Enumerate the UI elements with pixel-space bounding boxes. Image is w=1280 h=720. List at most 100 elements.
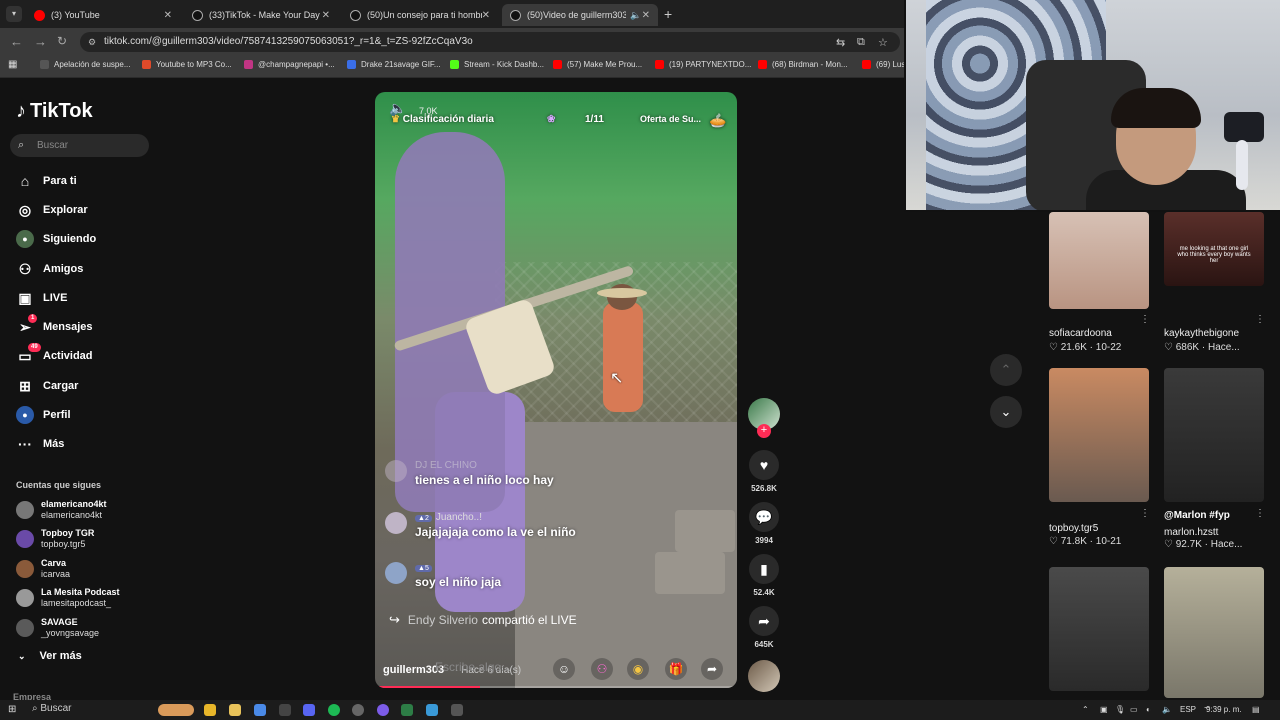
bookmark-item[interactable]: (57) Make Me Prou...: [553, 60, 642, 69]
chevron-up-icon[interactable]: ⌃: [1082, 705, 1089, 714]
following-account[interactable]: Topboy TGR topboy.tgr5: [16, 528, 94, 550]
tiktok-logo[interactable]: ♪ TikTok: [16, 100, 93, 123]
translate-icon[interactable]: ⇆: [836, 36, 845, 49]
bookmark-item[interactable]: Drake 21savage GIF...: [347, 60, 441, 69]
coins-icon[interactable]: ◉: [627, 658, 649, 680]
nav-cargar[interactable]: ⊞ Cargar: [16, 376, 78, 396]
video-progress-bar[interactable]: [375, 686, 737, 688]
app-icon[interactable]: [451, 704, 463, 716]
new-tab-button[interactable]: +: [664, 6, 672, 22]
following-account[interactable]: elamericano4kt elamericano4kt: [16, 499, 107, 521]
close-icon[interactable]: ✕: [642, 10, 650, 21]
grid-thumbnail[interactable]: [1049, 567, 1149, 691]
tab-youtube[interactable]: (3) YouTube ✕: [26, 4, 180, 26]
file-explorer-icon[interactable]: [229, 704, 241, 716]
tab-tiktok-consejo[interactable]: (50)Un consejo para ti hombre ✕: [342, 4, 498, 26]
more-options-icon[interactable]: ⋮: [1255, 314, 1265, 325]
app-icon[interactable]: [377, 704, 389, 716]
nav-mas[interactable]: ··· Más: [16, 434, 64, 454]
grid-thumbnail[interactable]: me looking at that one girl who thinks e…: [1164, 212, 1264, 286]
nav-live[interactable]: ▣ LIVE: [16, 288, 67, 308]
music-disc-avatar[interactable]: [748, 660, 780, 692]
spotify-icon[interactable]: [328, 704, 340, 716]
bookmark-item[interactable]: Youtube to MP3 Co...: [142, 60, 232, 69]
url-field[interactable]: ⚙ tiktok.com/@guillerm303/video/75874132…: [80, 32, 900, 52]
clock[interactable]: 9:39 p. m.: [1206, 705, 1242, 714]
next-video-button[interactable]: ⌄: [990, 396, 1022, 428]
more-options-icon[interactable]: ⋮: [1255, 508, 1265, 519]
guests-icon[interactable]: ⚇: [591, 658, 613, 680]
obs-icon[interactable]: [352, 704, 364, 716]
comment-input-placeholder[interactable]: Escribe algo...: [435, 660, 511, 674]
gift-icon[interactable]: 🎁: [665, 658, 687, 680]
previous-video-button[interactable]: ⌃: [990, 354, 1022, 386]
windows-start-icon[interactable]: ⊞: [8, 704, 16, 715]
comment-button[interactable]: 💬 3994: [748, 502, 780, 545]
follow-plus-button[interactable]: +: [757, 424, 771, 438]
chrome-icon[interactable]: [204, 704, 216, 716]
notifications-icon[interactable]: ▤: [1252, 705, 1260, 714]
nav-amigos[interactable]: ⚇ Amigos: [16, 259, 84, 279]
grid-thumbnail[interactable]: [1164, 368, 1264, 502]
nav-perfil[interactable]: ● Perfil: [16, 405, 71, 425]
taskbar-search[interactable]: ⌕ Buscar: [32, 703, 72, 714]
bookmark-item[interactable]: (69) Lus: [862, 60, 905, 69]
app-icon[interactable]: [426, 704, 438, 716]
nav-mensajes[interactable]: ➢ 1 Mensajes: [16, 313, 93, 337]
taskbar-widget-icon[interactable]: [158, 704, 194, 716]
offer-label[interactable]: Oferta de Su...: [640, 114, 701, 124]
volume-icon[interactable]: 🔈: [1162, 705, 1172, 714]
apps-icon[interactable]: ▦: [8, 59, 17, 70]
store-icon[interactable]: [254, 704, 266, 716]
close-icon[interactable]: ✕: [482, 10, 490, 21]
share-button[interactable]: ➦ 645K: [748, 606, 780, 649]
nav-para-ti[interactable]: ⌂ Para ti: [16, 171, 77, 191]
more-options-icon[interactable]: ⋮: [1140, 314, 1150, 325]
grid-thumbnail[interactable]: [1164, 567, 1264, 698]
nav-siguiendo[interactable]: ● Siguiendo: [16, 229, 96, 249]
search-input[interactable]: ⌕ Buscar: [10, 134, 149, 157]
close-icon[interactable]: ✕: [164, 10, 172, 21]
microphone-icon[interactable]: 🎙: [1115, 705, 1125, 714]
nav-actividad[interactable]: ▭ 49 Actividad: [16, 342, 93, 366]
grid-thumbnail[interactable]: [1049, 368, 1149, 502]
grid-username[interactable]: kaykaythebigone: [1164, 328, 1239, 339]
emoji-icon[interactable]: ☺: [553, 658, 575, 680]
video-player[interactable]: 7.0K ♛ Clasificación diaria ❀ 1/11 Ofert…: [375, 92, 737, 688]
install-icon[interactable]: ⧉: [857, 36, 865, 49]
save-button[interactable]: ▮ 52.4K: [748, 554, 780, 597]
bookmark-item[interactable]: Stream - Kick Dashb...: [450, 60, 544, 69]
grid-video-title[interactable]: @Marlon #fyp: [1164, 510, 1230, 521]
forward-icon[interactable]: →: [34, 34, 47, 49]
tab-tiktok-video-active[interactable]: (50)Video de guillerm303 ( 🔈 ✕: [502, 4, 658, 26]
bookmark-star-icon[interactable]: ☆: [878, 36, 888, 49]
grid-username[interactable]: topboy.tgr5: [1049, 523, 1098, 534]
more-options-icon[interactable]: ⋮: [1140, 508, 1150, 519]
like-button[interactable]: ♥ 526.8K: [748, 450, 780, 493]
tray-icon[interactable]: ▣: [1100, 705, 1108, 714]
terminal-icon[interactable]: [401, 704, 413, 716]
back-icon[interactable]: ←: [10, 34, 23, 49]
tray-icon[interactable]: ◐: [1146, 705, 1151, 714]
tray-icon[interactable]: ▭: [1130, 705, 1138, 714]
ver-mas-button[interactable]: ⌄ Ver más: [18, 650, 82, 662]
discord-icon[interactable]: [303, 704, 315, 716]
bookmark-item[interactable]: (68) Birdman - Mon...: [758, 60, 848, 69]
bookmark-item[interactable]: Apelación de suspe...: [40, 60, 131, 69]
grid-username[interactable]: sofiacardoona: [1049, 328, 1112, 339]
grid-thumbnail[interactable]: [1049, 212, 1149, 309]
tab-search-icon[interactable]: ▾: [6, 6, 22, 22]
following-account[interactable]: SAVAGE _yovngsavage: [16, 617, 99, 639]
close-icon[interactable]: ✕: [322, 10, 330, 21]
site-info-icon[interactable]: ⚙: [88, 32, 96, 52]
share-icon[interactable]: ➦: [701, 658, 723, 680]
nav-explorar[interactable]: ◎ Explorar: [16, 200, 88, 220]
speaker-icon[interactable]: 🔈: [630, 10, 641, 21]
bookmark-item[interactable]: @champagnepapi •...: [244, 60, 335, 69]
reload-icon[interactable]: ↻: [57, 34, 67, 48]
grid-username[interactable]: marlon.hzstt: [1164, 527, 1218, 538]
bookmark-item[interactable]: (19) PARTYNEXTDO...: [655, 60, 751, 69]
language-indicator[interactable]: ESP: [1180, 705, 1196, 714]
following-account[interactable]: Carva icarvaa: [16, 558, 70, 580]
app-icon[interactable]: [279, 704, 291, 716]
